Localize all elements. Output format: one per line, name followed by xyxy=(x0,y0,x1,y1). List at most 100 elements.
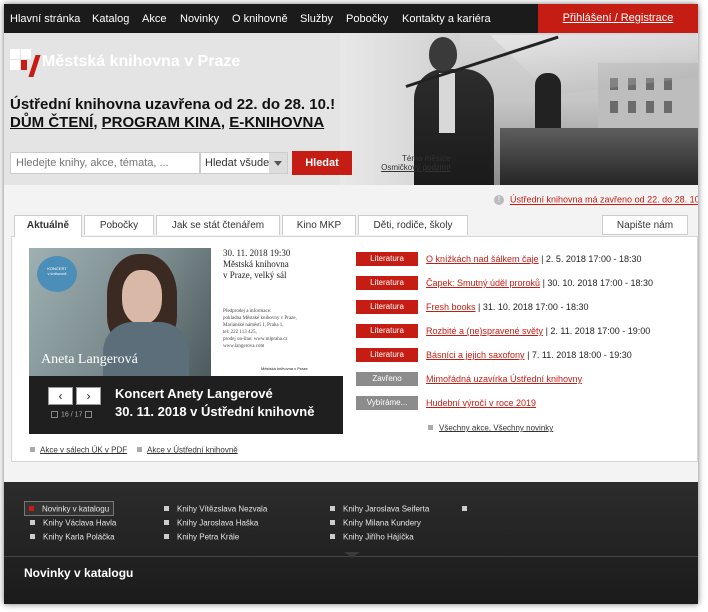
nav-item-home[interactable]: Hlavní stránka xyxy=(10,13,80,25)
closure-notice-link[interactable]: Ústřední knihovna má zavřeno od 22. do 2… xyxy=(510,195,698,205)
footer-link-kundera[interactable]: Knihy Milana Kundery xyxy=(330,518,421,527)
event-title-link[interactable]: Čapek: Smutný úděl proroků xyxy=(426,278,540,288)
footer-link-havel[interactable]: Knihy Václava Havla xyxy=(30,518,116,527)
footer-link-nezval[interactable]: Knihy Vítězslava Nezvala xyxy=(164,504,267,513)
footer-link-empty[interactable] xyxy=(462,504,475,513)
footer-link-hasek[interactable]: Knihy Jaroslava Haška xyxy=(164,518,258,527)
event-title-link[interactable]: Rozbité a (ne)spravené světy xyxy=(426,326,543,336)
footer-link-polacek[interactable]: Knihy Karla Poláčka xyxy=(30,532,115,541)
hero-links: DŮM ČTENÍ, PROGRAM KINA, E-KNIHOVNA xyxy=(10,114,324,131)
pdf-events-label: Akce v sálech ÚK v PDF xyxy=(40,445,128,455)
tab-jak-se-stat-ctenarem[interactable]: Jak se stát čtenářem xyxy=(156,215,280,235)
dum-cteni-link[interactable]: DŮM ČTENÍ xyxy=(10,114,93,131)
e-knihovna-link[interactable]: E-KNIHOVNA xyxy=(229,114,324,131)
event-category-tag[interactable]: Literatura xyxy=(356,348,418,362)
nav-item-sluzby[interactable]: Služby xyxy=(300,13,333,25)
poster-name: Aneta Langerová xyxy=(41,352,138,367)
event-date: | 7. 11. 2018 18:00 - 19:30 xyxy=(524,350,632,360)
event-row[interactable]: Vybíráme... Hudební výročí v roce 2019 xyxy=(356,396,536,410)
logo-text[interactable]: Městská knihovna v Praze xyxy=(42,53,240,71)
search-input[interactable] xyxy=(10,152,200,174)
all-events-label: Všechny akce, Všechny novinky xyxy=(439,423,554,433)
slider-counter: 16 / 17 xyxy=(48,411,95,418)
link-separator: , xyxy=(93,114,102,131)
search-button[interactable]: Hledat xyxy=(292,151,352,175)
event-category-tag[interactable]: Literatura xyxy=(356,324,418,338)
tab-aktualne[interactable]: Aktuálně xyxy=(14,215,82,237)
closure-headline[interactable]: Ústřední knihovna uzavřena od 22. do 28.… xyxy=(10,96,335,113)
search-scope-value: Hledat všude xyxy=(205,157,270,169)
browser-page: Hlavní stránka Katalog Akce Novinky O kn… xyxy=(4,4,698,604)
event-title-link[interactable]: Mimořádná uzavírka Ústřední knihovny xyxy=(426,374,582,384)
bullet-icon xyxy=(462,506,467,512)
concert-poster[interactable]: KONCERT v knihovně Aneta Langerová 30. 1… xyxy=(29,248,343,376)
event-row[interactable]: Literatura Fresh books | 31. 10. 2018 17:… xyxy=(356,300,588,314)
event-row[interactable]: Literatura Básníci a jejich saxofony | 7.… xyxy=(356,348,632,362)
login-register-link[interactable]: Přihlášení / Registrace xyxy=(538,4,698,33)
event-date: | 31. 10. 2018 17:00 - 18:30 xyxy=(475,302,589,312)
event-row[interactable]: Literatura O knížkách nad šálkem čaje | 2… xyxy=(356,252,641,266)
footer-notch xyxy=(344,552,360,558)
poster-info: Předprodej a informace: pokladna Městské… xyxy=(223,309,297,349)
event-title-link[interactable]: O knížkách nad šálkem čaje xyxy=(426,254,539,264)
event-date: | 30. 10. 2018 17:00 - 18:30 xyxy=(540,278,653,288)
closure-notice: ! Ústřední knihovna má zavřeno od 22. do … xyxy=(494,194,698,205)
bullet-icon xyxy=(164,520,169,526)
footer-link-label: Knihy Jaroslava Seiferta xyxy=(343,504,430,514)
all-events-link[interactable]: Všechny akce, Všechny novinky xyxy=(428,423,553,432)
footer-link-label: Knihy Karla Poláčka xyxy=(43,532,115,542)
poster-logo: Městská knihovna v Praze xyxy=(261,366,308,371)
footer-title: Novinky v katalogu xyxy=(24,566,134,580)
bullet-icon xyxy=(137,447,142,453)
event-title-link[interactable]: Básníci a jejich saxofony xyxy=(426,350,525,360)
event-category-tag[interactable]: Literatura xyxy=(356,276,418,290)
hero-banner: Městská knihovna v Praze Ústřední knihov… xyxy=(4,33,698,185)
event-date: | 2. 5. 2018 17:00 - 18:30 xyxy=(538,254,642,264)
nav-item-kontakty[interactable]: Kontakty a kariéra xyxy=(402,13,491,25)
chevron-down-icon xyxy=(269,153,287,173)
central-events-link[interactable]: Akce v Ústřední knihovně xyxy=(137,445,238,454)
footer-link-hajicek[interactable]: Knihy Jiřího Hájíčka xyxy=(330,532,414,541)
slider-caption[interactable]: Koncert Anety Langerové 30. 11. 2018 v Ú… xyxy=(115,385,314,421)
bullet-icon xyxy=(164,506,169,512)
pdf-events-link[interactable]: Akce v sálech ÚK v PDF xyxy=(30,445,127,454)
footer-link-novinky[interactable]: Novinky v katalogu xyxy=(24,501,115,517)
nav-item-o-knihovne[interactable]: O knihovně xyxy=(232,13,288,25)
tema-label: Téma měsíce xyxy=(402,154,451,163)
footer-link-label: Knihy Milana Kundery xyxy=(343,518,421,528)
search-scope-select[interactable]: Hledat všude xyxy=(200,152,288,174)
program-kina-link[interactable]: PROGRAM KINA xyxy=(102,114,221,131)
write-us-button[interactable]: Napište nám xyxy=(602,215,688,235)
poster-badge: KONCERT v knihovně xyxy=(37,256,77,292)
link-separator: , xyxy=(220,114,230,131)
footer-link-label: Knihy Vítězslava Nezvala xyxy=(177,504,268,514)
event-title-link[interactable]: Hudební výročí v roce 2019 xyxy=(426,398,536,408)
event-row[interactable]: Literatura Čapek: Smutný úděl proroků | 3… xyxy=(356,276,653,290)
footer-link-seifert[interactable]: Knihy Jaroslava Seiferta xyxy=(330,504,429,513)
nav-item-akce[interactable]: Akce xyxy=(142,13,166,25)
slider-prev-button[interactable]: ‹ xyxy=(48,387,73,405)
event-category-tag[interactable]: Zavřeno xyxy=(356,372,418,386)
event-title-link[interactable]: Fresh books xyxy=(426,302,476,312)
central-events-label: Akce v Ústřední knihovně xyxy=(147,445,238,455)
event-row[interactable]: Literatura Rozbité a (ne)spravené světy |… xyxy=(356,324,650,338)
slider-control-icon[interactable] xyxy=(51,411,58,418)
tab-pobocky[interactable]: Pobočky xyxy=(84,215,154,235)
event-row[interactable]: Zavřeno Mimořádná uzavírka Ústřední kniho… xyxy=(356,372,582,386)
nav-item-katalog[interactable]: Katalog xyxy=(92,13,129,25)
bullet-icon xyxy=(29,506,34,512)
slider-control-icon[interactable] xyxy=(85,411,93,418)
footer-link-kral[interactable]: Knihy Petra Krále xyxy=(164,532,239,541)
slider-next-button[interactable]: › xyxy=(76,387,101,405)
footer-link-label: Knihy Václava Havla xyxy=(43,518,117,528)
footer-link-label: Knihy Jaroslava Haška xyxy=(177,518,259,528)
tab-kino-mkp[interactable]: Kino MKP xyxy=(282,215,356,235)
top-nav: Hlavní stránka Katalog Akce Novinky O kn… xyxy=(4,4,698,33)
tema-link[interactable]: Osmičkový podzim! xyxy=(376,163,450,172)
event-category-tag[interactable]: Literatura xyxy=(356,300,418,314)
tab-deti-rodice-skoly[interactable]: Děti, rodiče, školy xyxy=(358,215,468,235)
nav-item-pobocky[interactable]: Pobočky xyxy=(346,13,388,25)
event-category-tag[interactable]: Vybíráme... xyxy=(356,396,418,410)
nav-item-novinky[interactable]: Novinky xyxy=(180,13,219,25)
event-category-tag[interactable]: Literatura xyxy=(356,252,418,266)
